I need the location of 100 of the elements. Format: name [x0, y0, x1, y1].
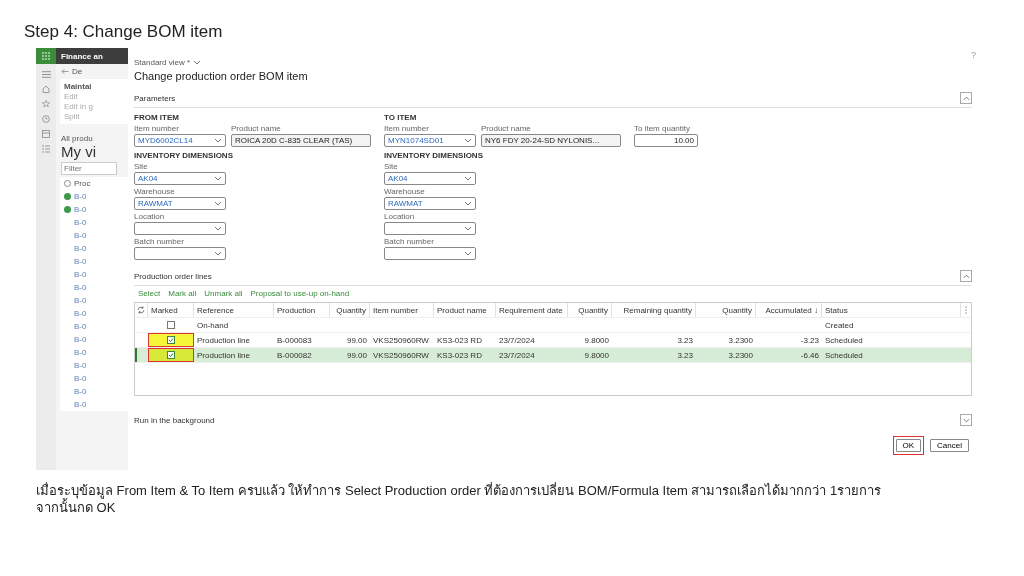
order-link[interactable]: B-0: [74, 387, 87, 396]
order-link[interactable]: B-0: [74, 296, 87, 305]
table-link[interactable]: VKS250960RW: [373, 335, 429, 345]
chevron-down-icon: [214, 176, 222, 181]
toolbar-action[interactable]: Select: [138, 289, 161, 298]
table-link[interactable]: B-000083: [277, 335, 312, 345]
check-circle-icon: [64, 206, 71, 213]
order-link[interactable]: B-0: [74, 231, 87, 240]
field-label: To item quantity: [634, 124, 692, 133]
chevron-down-icon: [464, 176, 472, 181]
column-header[interactable]: Quantity: [696, 303, 756, 317]
chevron-down-icon: [962, 417, 970, 423]
order-link[interactable]: B-0: [74, 322, 87, 331]
table-cell: -6.46: [800, 350, 819, 360]
column-header[interactable]: Requirement date: [496, 303, 568, 317]
product-name-field[interactable]: NY6 FDY 20-24-SD NYLONIS...: [481, 134, 621, 147]
table-cell: KS3-023 RD: [437, 350, 482, 360]
order-link[interactable]: B-0: [74, 192, 87, 201]
column-header[interactable]: Accumulated ↓: [756, 303, 822, 317]
section-label: Run in the background: [134, 415, 215, 425]
column-header[interactable]: Quantity: [330, 303, 370, 317]
view-selector[interactable]: Standard view *: [134, 58, 191, 67]
column-header[interactable]: Product name: [434, 303, 496, 317]
help-icon[interactable]: ?: [971, 50, 976, 60]
column-header[interactable]: Production: [274, 303, 330, 317]
checkbox[interactable]: [167, 321, 175, 329]
order-link[interactable]: B-0: [74, 348, 87, 357]
collapse-button[interactable]: [960, 270, 972, 282]
dropdown-field[interactable]: [384, 222, 476, 235]
refresh-icon[interactable]: [137, 306, 145, 314]
table-cell: 9.8000: [584, 335, 609, 345]
table-link[interactable]: B-000082: [277, 350, 312, 360]
order-link[interactable]: B-0: [74, 335, 87, 344]
order-link[interactable]: B-0: [74, 205, 87, 214]
field-label: Site: [134, 162, 149, 171]
column-header[interactable]: Item number: [370, 303, 434, 317]
column-header[interactable]: Remaining quantity: [612, 303, 696, 317]
order-link[interactable]: B-0: [74, 257, 87, 266]
list-icon[interactable]: [42, 145, 50, 153]
quantity-field[interactable]: 10.00: [634, 134, 698, 147]
order-link[interactable]: B-0: [74, 309, 87, 318]
group-heading: TO ITEM: [384, 113, 418, 122]
dropdown-field[interactable]: [134, 222, 226, 235]
ok-button[interactable]: OK: [895, 439, 922, 452]
table-cell: Production line: [197, 350, 250, 360]
checkbox[interactable]: [167, 351, 175, 359]
expand-button[interactable]: [960, 414, 972, 426]
cancel-button[interactable]: Cancel: [930, 439, 969, 452]
back-arrow-icon[interactable]: [61, 68, 69, 75]
breadcrumb: All produ: [60, 134, 94, 143]
section-label: Parameters: [134, 93, 176, 103]
selected-row[interactable]: Production line B-000082 99.00 VKS250960RW KS3-023 RD 23/7/2024 9.8000 3.23 3.2300 -6.46 Scheduled: [135, 348, 971, 363]
dialog-title: Change production order BOM item: [134, 70, 309, 82]
dropdown-field[interactable]: AK04: [134, 172, 226, 185]
product-name-field[interactable]: ROICA 20D C-835 CLEAR (TAS): [231, 134, 371, 147]
menu-icon[interactable]: [41, 71, 51, 78]
table-cell: 3.23: [677, 335, 693, 345]
order-link[interactable]: B-0: [74, 400, 87, 409]
order-link[interactable]: B-0: [74, 270, 87, 279]
dropdown-field[interactable]: MYD6002CL14: [134, 134, 226, 147]
toolbar-action[interactable]: Mark all: [168, 289, 197, 298]
group-heading: INVENTORY DIMENSIONS: [134, 151, 234, 160]
dropdown-field[interactable]: RAWMAT: [384, 197, 476, 210]
column-header[interactable]: Quantity: [568, 303, 612, 317]
toolbar-action[interactable]: Unmark all: [204, 289, 243, 298]
order-link[interactable]: B-0: [74, 218, 87, 227]
toolbar-text[interactable]: De: [72, 67, 83, 76]
dropdown-field[interactable]: [134, 247, 226, 260]
order-link[interactable]: B-0: [74, 374, 87, 383]
dropdown-field[interactable]: AK04: [384, 172, 476, 185]
order-link[interactable]: B-0: [74, 244, 87, 253]
column-header[interactable]: Marked: [148, 303, 194, 317]
table-cell: 3.23: [677, 350, 693, 360]
order-link[interactable]: B-0: [74, 361, 87, 370]
dropdown-field[interactable]: RAWMAT: [134, 197, 226, 210]
table-cell: -3.23: [800, 335, 819, 345]
dropdown-field[interactable]: MYN1074SD01: [384, 134, 476, 147]
table-cell: KS3-023 RD: [437, 335, 482, 345]
chevron-down-icon: [193, 60, 202, 65]
dropdown-field[interactable]: [384, 247, 476, 260]
group-heading: INVENTORY DIMENSIONS: [384, 151, 484, 160]
order-link[interactable]: B-0: [74, 283, 87, 292]
collapse-button[interactable]: [960, 92, 972, 104]
column-header[interactable]: Reference: [194, 303, 274, 317]
table-cell: 99.00: [346, 350, 367, 360]
column-header[interactable]: Status: [822, 303, 961, 317]
field-label: Batch number: [134, 237, 185, 246]
clock-icon[interactable]: [42, 115, 50, 123]
toolbar-action[interactable]: Proposal to use-up on-hand: [250, 289, 350, 298]
app-launcher-icon[interactable]: [36, 48, 56, 64]
checkbox[interactable]: [167, 336, 175, 344]
workspace-icon[interactable]: [42, 130, 50, 138]
filter-field[interactable]: Filter: [61, 162, 117, 175]
table-cell: Scheduled: [825, 350, 863, 360]
table-cell: 3.2300: [728, 350, 753, 360]
star-icon[interactable]: [42, 100, 50, 108]
table-link[interactable]: VKS250960RW: [373, 350, 429, 360]
slide-title: Step 4: Change BOM item: [23, 21, 224, 43]
group-heading: FROM ITEM: [134, 113, 180, 122]
home-icon[interactable]: [42, 85, 50, 93]
